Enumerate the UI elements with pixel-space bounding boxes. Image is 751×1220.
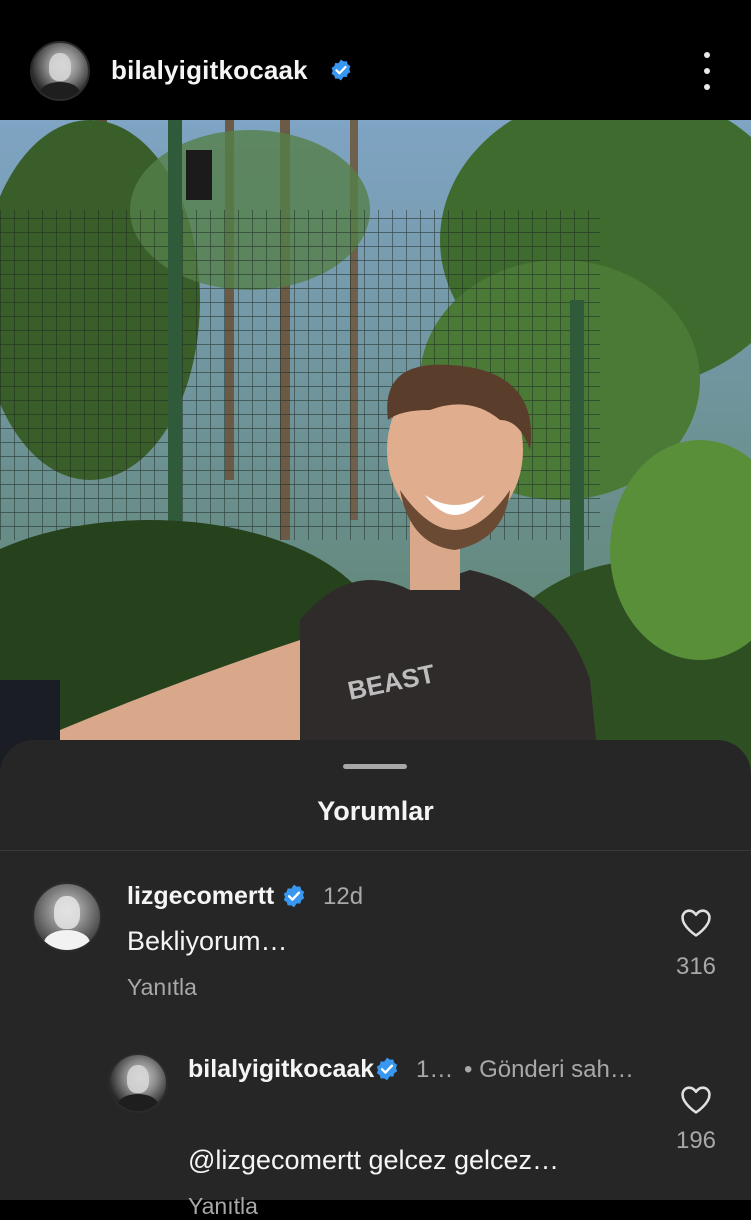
post-photo: BEAST	[0, 120, 751, 780]
profile-avatar[interactable]	[30, 41, 90, 101]
heart-icon[interactable]	[679, 1083, 713, 1115]
divider	[0, 850, 751, 851]
like-count: 316	[675, 953, 717, 980]
post-header: bilalyigitkocaak	[0, 0, 751, 120]
reply-username[interactable]: bilalyigitkocaak	[188, 1055, 374, 1084]
comment-item: lizgecomertt 12d Bekliyorum… Yanıtla 316	[0, 870, 751, 1010]
like-count: 196	[675, 1127, 717, 1154]
commenter-avatar[interactable]	[32, 882, 102, 952]
drag-handle[interactable]	[343, 764, 407, 769]
reply-time: 1…	[416, 1056, 454, 1083]
comment-time: 12d	[323, 883, 364, 910]
post-author-badge: • Gönderi sah…	[464, 1056, 634, 1083]
reply-text: @lizgecomertt gelcez gelcez…	[188, 1145, 560, 1175]
comment-text: Bekliyorum…	[127, 926, 288, 956]
reply-commenter-avatar[interactable]	[108, 1053, 168, 1113]
header-username[interactable]: bilalyigitkocaak	[111, 55, 308, 86]
verified-badge-icon	[376, 1057, 398, 1081]
verified-badge-icon	[283, 884, 305, 908]
comment-username[interactable]: lizgecomertt	[127, 882, 274, 911]
reply-button[interactable]: Yanıtla	[127, 974, 197, 1001]
verified-badge-icon	[331, 59, 351, 81]
heart-icon[interactable]	[679, 906, 713, 938]
sheet-title: Yorumlar	[317, 796, 434, 826]
reply-comment-item: bilalyigitkocaak 1… • Gönderi sah… @lizg…	[0, 1045, 751, 1219]
comments-sheet: Yorumlar lizgecomertt 12d Bekliyorum… Ya…	[0, 740, 751, 1219]
reply-button[interactable]: Yanıtla	[188, 1193, 258, 1220]
more-options-icon[interactable]	[694, 52, 720, 90]
